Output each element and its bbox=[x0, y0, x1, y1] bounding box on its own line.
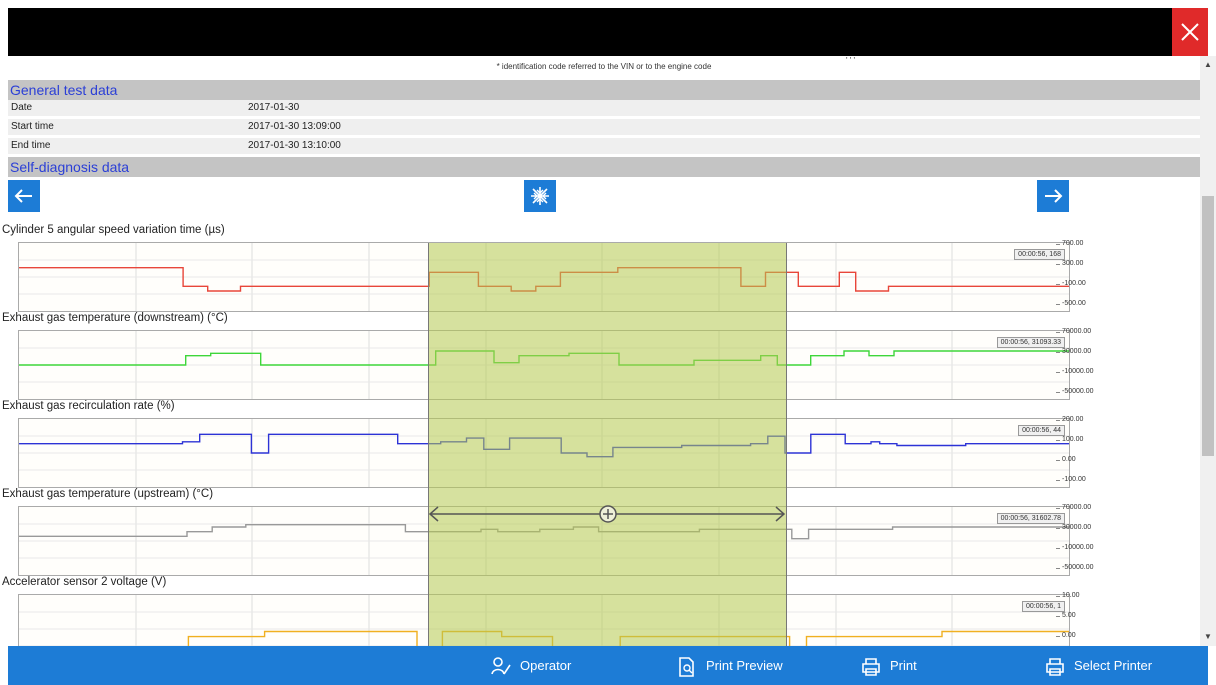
arrow-right-icon bbox=[1045, 189, 1063, 203]
y-tick-label: 300.00 bbox=[1055, 260, 1084, 267]
select-printer-button[interactable]: Select Printer bbox=[1044, 646, 1184, 685]
cursor-readout: 00:00:56, 44 bbox=[1018, 425, 1065, 436]
y-tick-label: 0.00 bbox=[1056, 632, 1076, 639]
operator-button[interactable]: Operator bbox=[490, 646, 600, 685]
vertical-scrollbar[interactable]: ▲ ▼ bbox=[1200, 56, 1216, 646]
y-tick-label: -500.00 bbox=[1056, 300, 1086, 307]
vin-footnote: * identification code referred to the VI… bbox=[496, 62, 712, 71]
title-bar bbox=[8, 8, 1208, 56]
kv-value: 2017-01-30 13:10:00 bbox=[248, 140, 341, 151]
self-diagnosis-data-header: Self-diagnosis data bbox=[8, 157, 1200, 177]
y-tick-label: 30000.00 bbox=[1055, 524, 1092, 531]
scroll-down-icon[interactable]: ▼ bbox=[1204, 632, 1212, 641]
selection-right-edge[interactable] bbox=[786, 243, 787, 646]
y-tick-label: 10.00 bbox=[1056, 592, 1080, 599]
kv-value: 2017-01-30 13:09:00 bbox=[248, 121, 341, 132]
chart-title: Cylinder 5 angular speed variation time … bbox=[2, 224, 225, 236]
chart-title: Accelerator sensor 2 voltage (V) bbox=[2, 576, 167, 588]
kv-label: End time bbox=[11, 140, 51, 151]
print-label: Print bbox=[890, 658, 917, 673]
selection-left-edge[interactable] bbox=[428, 243, 429, 646]
print-preview-button[interactable]: Print Preview bbox=[676, 646, 816, 685]
print-preview-label: Print Preview bbox=[706, 658, 783, 673]
chart-title: Exhaust gas recirculation rate (%) bbox=[2, 400, 175, 412]
y-tick-label: -50000.00 bbox=[1056, 564, 1094, 571]
kv-value: 2017-01-30 bbox=[248, 102, 300, 113]
y-tick-label: -100.00 bbox=[1056, 476, 1086, 483]
kv-row-date: Date 2017-01-30 bbox=[8, 100, 1200, 116]
print-button[interactable]: Print bbox=[860, 646, 940, 685]
series-line bbox=[19, 350, 1069, 366]
cursor-readout: 00:00:56, 31093.33 bbox=[996, 337, 1065, 348]
y-tick-label: -100.00 bbox=[1056, 280, 1086, 287]
y-tick-label: 5.00 bbox=[1056, 612, 1076, 619]
y-tick-label: 30000.00 bbox=[1055, 348, 1092, 355]
y-tick-label: 200.00 bbox=[1055, 416, 1084, 423]
chart-plot-area[interactable]: 00:00:56, 31093.33 bbox=[18, 330, 1070, 400]
bottom-toolbar: Operator Print Preview Print Select Prin… bbox=[8, 646, 1208, 685]
kv-row-start-time: Start time 2017-01-30 13:09:00 bbox=[8, 119, 1200, 135]
chart-title: Exhaust gas temperature (upstream) (°C) bbox=[2, 488, 214, 500]
close-button[interactable] bbox=[1172, 8, 1208, 56]
y-tick-label: 70000.00 bbox=[1055, 504, 1092, 511]
series-line bbox=[19, 524, 1069, 540]
scroll-thumb[interactable] bbox=[1202, 196, 1214, 456]
previous-page-button[interactable] bbox=[8, 180, 40, 212]
kv-row-end-time: End time 2017-01-30 13:10:00 bbox=[8, 138, 1200, 154]
series-line bbox=[19, 267, 1069, 292]
y-tick-label: 0.00 bbox=[1056, 456, 1076, 463]
operator-icon bbox=[491, 657, 511, 675]
close-icon bbox=[1181, 23, 1199, 41]
pan-handle-icon[interactable] bbox=[428, 504, 786, 524]
y-tick-label: 100.00 bbox=[1055, 436, 1084, 443]
series-line bbox=[19, 630, 1069, 648]
chart-svg bbox=[19, 331, 1069, 399]
collapse-icon bbox=[531, 187, 549, 205]
scroll-up-icon[interactable]: ▲ bbox=[1204, 60, 1212, 69]
reset-zoom-button[interactable] bbox=[524, 180, 556, 212]
app-window: ' ' ' * identification code referred to … bbox=[0, 0, 1216, 685]
y-tick-label: -50000.00 bbox=[1056, 388, 1094, 395]
printer-icon bbox=[1046, 658, 1064, 676]
y-tick-label: -10000.00 bbox=[1056, 544, 1094, 551]
chart-plot-area[interactable]: 00:00:56, 168 bbox=[18, 242, 1070, 312]
select-printer-label: Select Printer bbox=[1074, 658, 1153, 673]
chart-title: Exhaust gas temperature (downstream) (°C… bbox=[2, 312, 228, 324]
arrow-left-icon bbox=[14, 189, 32, 203]
cursor-readout: 00:00:56, 31602.78 bbox=[996, 513, 1065, 524]
next-page-button[interactable] bbox=[1037, 180, 1069, 212]
chart-svg bbox=[19, 419, 1069, 487]
chart-svg bbox=[19, 243, 1069, 311]
operator-label: Operator bbox=[520, 658, 572, 673]
cursor-readout: 00:00:56, 1 bbox=[1021, 601, 1065, 612]
printer-icon bbox=[862, 658, 880, 676]
general-test-data-header: General test data bbox=[8, 80, 1200, 100]
y-tick-label: 70000.00 bbox=[1055, 328, 1092, 335]
kv-label: Date bbox=[11, 102, 33, 113]
y-tick-label: -10000.00 bbox=[1056, 368, 1094, 375]
print-preview-icon bbox=[679, 657, 694, 677]
cursor-readout: 00:00:56, 168 bbox=[1014, 249, 1065, 260]
y-tick-label: 700.00 bbox=[1055, 240, 1084, 247]
kv-label: Start time bbox=[11, 121, 54, 132]
chart-plot-area[interactable]: 00:00:56, 44 bbox=[18, 418, 1070, 488]
